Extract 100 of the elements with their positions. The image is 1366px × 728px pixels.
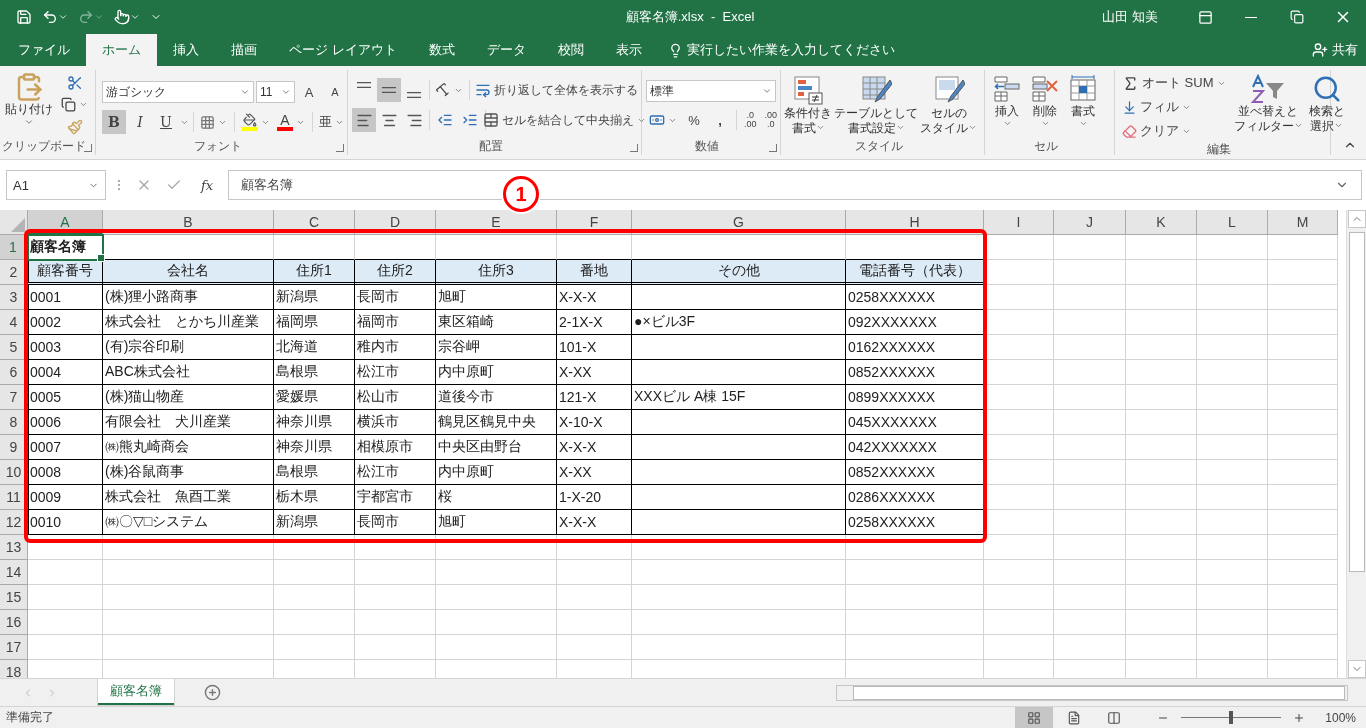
column-header[interactable]: J [1054, 210, 1126, 235]
step-marker: 1 [503, 176, 539, 212]
empty-cell [1126, 510, 1197, 535]
phonetic-button[interactable]: 亜 [316, 110, 347, 134]
table-cell: 0010 [28, 510, 103, 535]
launcher-icon[interactable] [769, 144, 777, 152]
group-label: フォント [193, 139, 242, 154]
find-select-button[interactable]: 検索と選択 [1307, 72, 1346, 142]
horizontal-align-button[interactable] [352, 108, 376, 132]
insert-function-button[interactable]: fx [192, 177, 222, 193]
style-button[interactable]: セルのスタイル [919, 72, 978, 139]
header-cell: 会社名 [103, 260, 274, 285]
row-header[interactable]: 18 [0, 660, 28, 678]
table-cell: 株式会社 魚酉工業 [103, 485, 274, 510]
column-header[interactable]: M [1268, 210, 1338, 235]
scroll-thumb[interactable] [853, 685, 1345, 700]
underline-button[interactable]: U [154, 110, 178, 134]
delete-cells-icon [1030, 74, 1060, 104]
row-header[interactable]: 14 [0, 560, 28, 585]
table-cell: X-10-X [557, 410, 632, 435]
shrink-font-button[interactable]: A [323, 80, 347, 104]
number-format-field[interactable]: 標準 [646, 80, 776, 102]
font-color-button[interactable]: A [274, 110, 308, 134]
table-cell: 0004 [28, 360, 103, 385]
clear-button[interactable]: クリア [1119, 120, 1229, 142]
empty-cell [1126, 410, 1197, 435]
style-button[interactable]: テーブルとして書式設定 [833, 72, 919, 139]
autosum-button[interactable]: オート SUM [1119, 72, 1229, 94]
empty-cell [1054, 335, 1126, 360]
redo-icon [78, 9, 94, 25]
empty-cell [1054, 310, 1126, 335]
caret-icon [815, 123, 825, 132]
font-name-field[interactable]: 游ゴシック [102, 81, 254, 103]
empty-cell [1054, 485, 1126, 510]
caret-icon [58, 12, 68, 22]
column-header[interactable]: I [984, 210, 1054, 235]
table-cell: 0005 [28, 385, 103, 410]
row-header[interactable]: 15 [0, 585, 28, 610]
decimal-button[interactable]: .00 .0 [761, 111, 780, 129]
table-cell: 0006 [28, 410, 103, 435]
wrap-text-button[interactable]: 折り返して全体を表示する [472, 78, 641, 102]
ribbon-tab[interactable]: 数式 [412, 34, 471, 66]
table-cell: 0009 [28, 485, 103, 510]
ribbon-tab[interactable]: 表示 [599, 34, 658, 66]
cells-button[interactable]: 挿入 [991, 72, 1023, 139]
horizontal-scrollbar[interactable] [836, 684, 1348, 701]
empty-cell [1126, 235, 1197, 260]
header-cell: 住所2 [355, 260, 436, 285]
sheet-tab[interactable]: 顧客名簿 [98, 678, 174, 705]
cells-button[interactable]: 書式 [1067, 72, 1099, 139]
vertical-align-button[interactable] [377, 78, 401, 102]
ribbon-tab[interactable]: ホーム [86, 34, 157, 66]
paste-button[interactable]: 貼り付け [4, 70, 54, 139]
sort-filter-button[interactable]: 並べ替えとフィルター [1232, 72, 1304, 142]
row-header[interactable]: 16 [0, 610, 28, 635]
restore-icon [1290, 10, 1304, 24]
empty-cell [1126, 310, 1197, 335]
table-cell: 0258XXXXXX [846, 285, 984, 310]
empty-cell [1268, 285, 1338, 310]
ribbon-tab[interactable]: 挿入 [157, 34, 215, 66]
comma-button[interactable]: , [708, 108, 732, 132]
bold-button[interactable]: B [102, 110, 126, 134]
ribbon-tab[interactable]: 描画 [215, 34, 273, 66]
ribbon-tab[interactable]: ファイル [2, 34, 86, 66]
style-button[interactable]: 条件付き書式 [783, 72, 833, 139]
launcher-icon[interactable] [336, 144, 344, 152]
ribbon-tab[interactable]: 校閲 [541, 34, 600, 66]
empty-cell [1197, 360, 1268, 385]
row-header[interactable]: 13 [0, 535, 28, 560]
caret-icon [79, 100, 88, 109]
vertical-scrollbar[interactable] [1346, 210, 1366, 678]
column-header[interactable]: L [1197, 210, 1268, 235]
row-header[interactable]: 17 [0, 635, 28, 660]
merge-center-button[interactable]: セルを結合して中央揃え [488, 108, 641, 132]
slider-thumb[interactable] [1229, 711, 1234, 724]
format-cells-icon [1068, 74, 1098, 104]
percent-button[interactable]: % [682, 108, 706, 132]
italic-button[interactable]: I [128, 110, 152, 134]
save-button[interactable] [14, 9, 34, 25]
launcher-icon[interactable] [84, 144, 92, 152]
cell-brush-icon [932, 74, 965, 106]
decimal-button[interactable]: .0 .00 [741, 111, 760, 129]
column-header[interactable]: K [1126, 210, 1197, 235]
scroll-thumb[interactable] [1348, 232, 1365, 572]
launcher-icon[interactable] [630, 144, 638, 152]
grow-font-button[interactable]: A [297, 80, 321, 104]
view-button[interactable] [1015, 707, 1054, 728]
share-button[interactable]: 共有 [1304, 34, 1366, 66]
name-box[interactable]: A1 [6, 170, 106, 200]
ribbon-tab[interactable]: データ [470, 34, 542, 66]
indent-increase-icon [461, 112, 478, 128]
fill-button[interactable]: フィル [1119, 96, 1229, 118]
font-size-field[interactable]: 11 [255, 81, 295, 103]
cells-button[interactable]: 削除 [1029, 72, 1061, 139]
color-swatch [277, 127, 293, 131]
empty-cell [1054, 360, 1126, 385]
table-cell: 新潟県 [274, 510, 355, 535]
table-cell: 0162XXXXXX [846, 335, 984, 360]
ribbon-tab[interactable]: ページ レイアウト [273, 34, 413, 66]
tell-me-search[interactable]: 実行したい作業を入力してください [657, 34, 905, 66]
